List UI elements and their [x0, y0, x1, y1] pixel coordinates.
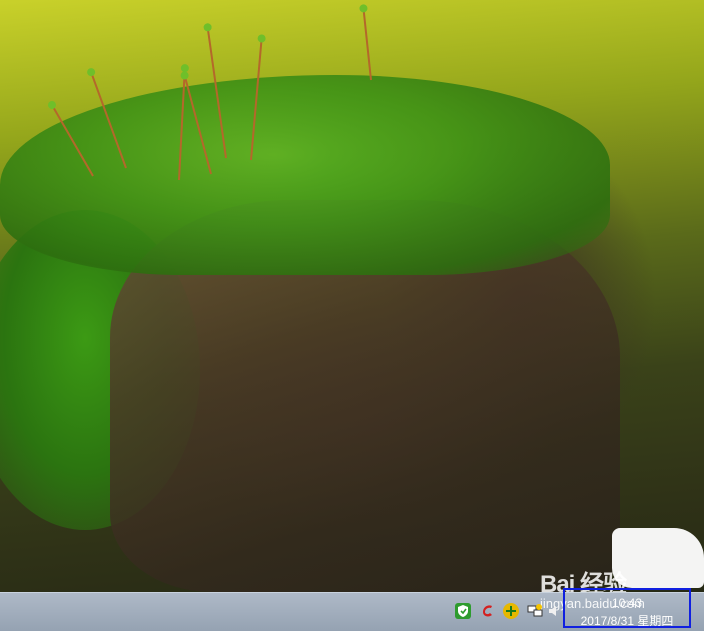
volume-icon[interactable]: [548, 603, 558, 619]
moss-stalk: [362, 10, 372, 81]
security-shield-icon[interactable]: [455, 603, 471, 619]
plus-app-icon[interactable]: [503, 603, 519, 619]
baidu-jingyan-watermark: Bai 经验: [540, 528, 704, 592]
clock-time: 10:43: [611, 596, 643, 610]
red-app-icon[interactable]: [480, 603, 496, 619]
network-icon[interactable]: [527, 603, 543, 619]
taskbar-clock[interactable]: 10:43 2017/8/31 星期四: [563, 588, 691, 628]
clock-date: 2017/8/31 星期四: [580, 614, 674, 628]
desktop-wallpaper: Bai 经验: [0, 0, 704, 592]
